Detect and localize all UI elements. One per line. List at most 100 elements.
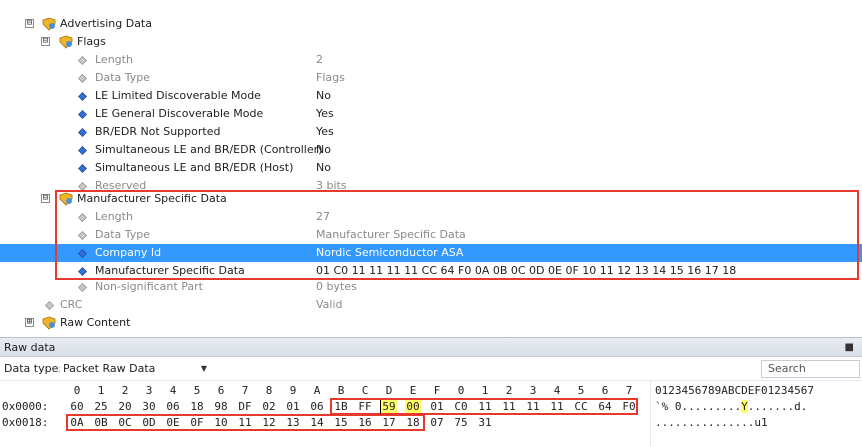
- tree-property-row[interactable]: Data Type Manufacturer Specific Data: [0, 226, 862, 244]
- hex-byte: 11: [526, 400, 540, 413]
- hex-byte: 12: [262, 416, 276, 429]
- hex-byte: F0: [622, 400, 636, 413]
- raw-data-header: Raw data ■: [0, 337, 862, 357]
- hex-byte: 06: [310, 400, 324, 413]
- node-icon: [42, 17, 56, 31]
- raw-data-toolbar: Data type: Packet Raw Data ▼ Search: [0, 358, 862, 380]
- tree-property-row[interactable]: LE General Discoverable Mode Yes: [0, 105, 862, 123]
- hex-byte: 16: [358, 416, 372, 429]
- data-type-select[interactable]: Packet Raw Data ▼: [60, 361, 210, 377]
- packet-tree: ⊟ Advertising Data ⊟ Flags Length 2 Data T…: [0, 0, 862, 334]
- tree-property-row[interactable]: Simultaneous LE and BR/EDR (Host) No: [0, 159, 862, 177]
- tree-value: Valid: [316, 298, 343, 311]
- tree-node-raw-content[interactable]: ⊞ Raw Content: [0, 314, 862, 332]
- hex-byte: 59: [381, 400, 397, 413]
- hex-byte: FF: [358, 400, 372, 413]
- hex-byte: 15: [334, 416, 348, 429]
- property-value: No: [316, 89, 331, 102]
- panel-title: Raw data: [4, 341, 56, 354]
- hex-column-header: D: [385, 384, 393, 397]
- hex-byte: 18: [190, 400, 204, 413]
- hex-column-header: 8: [265, 384, 273, 397]
- hex-byte: 06: [166, 400, 180, 413]
- tree-node-advertising-data[interactable]: ⊟ Advertising Data: [0, 15, 862, 33]
- tree-node-non-significant-part[interactable]: Non-significant Part 0 bytes: [0, 278, 862, 296]
- hex-byte: 60: [70, 400, 84, 413]
- collapse-icon[interactable]: ⊟: [41, 194, 50, 203]
- property-icon: [78, 56, 87, 65]
- tree-property-row[interactable]: LE Limited Discoverable Mode No: [0, 87, 862, 105]
- hex-column-header: 3: [145, 384, 153, 397]
- property-icon: [78, 267, 87, 276]
- hex-row-offset: 0x0018:: [2, 416, 49, 429]
- hex-row-offset: 0x0000:: [2, 400, 49, 413]
- tree-value: 0 bytes: [316, 280, 357, 293]
- hex-byte: 20: [118, 400, 132, 413]
- property-icon: [78, 146, 87, 155]
- hex-byte: 11: [478, 400, 492, 413]
- data-type-value: Packet Raw Data: [63, 362, 156, 375]
- tree-property-row[interactable]: Length 2: [0, 51, 862, 69]
- property-icon: [78, 283, 87, 292]
- property-icon: [78, 164, 87, 173]
- tree-property-row[interactable]: Length 27: [0, 208, 862, 226]
- chevron-down-icon[interactable]: ▼: [201, 362, 207, 376]
- tree-property-row[interactable]: Data Type Flags: [0, 69, 862, 87]
- pin-icon[interactable]: ■: [845, 338, 854, 358]
- hex-column-header: 5: [577, 384, 585, 397]
- node-icon: [59, 35, 73, 49]
- tree-node-manufacturer-specific-data[interactable]: ⊟ Manufacturer Specific Data: [0, 190, 862, 208]
- property-icon: [78, 92, 87, 101]
- property-label: Company Id: [95, 246, 162, 259]
- search-input[interactable]: Search: [761, 360, 860, 378]
- property-value: No: [316, 143, 331, 156]
- tree-node-flags[interactable]: ⊟ Flags: [0, 33, 862, 51]
- hex-byte: DF: [238, 400, 252, 413]
- hex-byte: 0F: [190, 416, 204, 429]
- hex-byte: 11: [550, 400, 564, 413]
- tree-label: Flags: [77, 35, 106, 48]
- hex-byte: 0C: [118, 416, 132, 429]
- tree-label: Advertising Data: [60, 17, 152, 30]
- hex-byte: 10: [214, 416, 228, 429]
- property-label: Length: [95, 210, 133, 223]
- property-icon: [78, 249, 87, 258]
- data-type-label: Data type:: [4, 362, 63, 375]
- property-icon: [45, 301, 54, 310]
- property-value: No: [316, 161, 331, 174]
- tree-node-crc[interactable]: CRC Valid: [0, 296, 862, 314]
- tree-property-row[interactable]: Company Id Nordic Semiconductor ASA: [0, 244, 862, 262]
- property-value: Flags: [316, 71, 345, 84]
- property-icon: [78, 213, 87, 222]
- hex-byte: 0A: [70, 416, 84, 429]
- tree-property-row[interactable]: BR/EDR Not Supported Yes: [0, 123, 862, 141]
- ascii-row: `% 0.........Y.......d.: [655, 400, 808, 413]
- hex-byte: 0D: [142, 416, 156, 429]
- expand-icon[interactable]: ⊞: [25, 318, 34, 327]
- collapse-icon[interactable]: ⊟: [41, 37, 50, 46]
- hex-byte: 64: [598, 400, 612, 413]
- hex-byte: C0: [454, 400, 468, 413]
- property-icon: [78, 128, 87, 137]
- hex-byte: 18: [406, 416, 420, 429]
- hex-byte: CC: [574, 400, 588, 413]
- hex-column-header: 7: [625, 384, 633, 397]
- property-value: Yes: [316, 125, 334, 138]
- tree-label: Manufacturer Specific Data: [77, 192, 227, 205]
- hex-byte: 31: [478, 416, 492, 429]
- text-cursor: [380, 400, 381, 414]
- tree-property-row[interactable]: Simultaneous LE and BR/EDR (Controller) N…: [0, 141, 862, 159]
- hex-byte: 14: [310, 416, 324, 429]
- collapse-icon[interactable]: ⊟: [25, 19, 34, 28]
- ascii-row: ...............u1: [655, 416, 768, 429]
- hex-byte: 00: [405, 400, 421, 413]
- property-value: 2: [316, 53, 323, 66]
- hex-column-header: 0: [457, 384, 465, 397]
- hex-column-header: 1: [97, 384, 105, 397]
- hex-column-header: 3: [529, 384, 537, 397]
- search-placeholder: Search: [768, 362, 806, 375]
- tree-label: Raw Content: [60, 316, 131, 329]
- property-label: Length: [95, 53, 133, 66]
- toolbar-divider: [0, 380, 862, 381]
- ascii-column-header: 0123456789ABCDEF01234567: [655, 384, 814, 397]
